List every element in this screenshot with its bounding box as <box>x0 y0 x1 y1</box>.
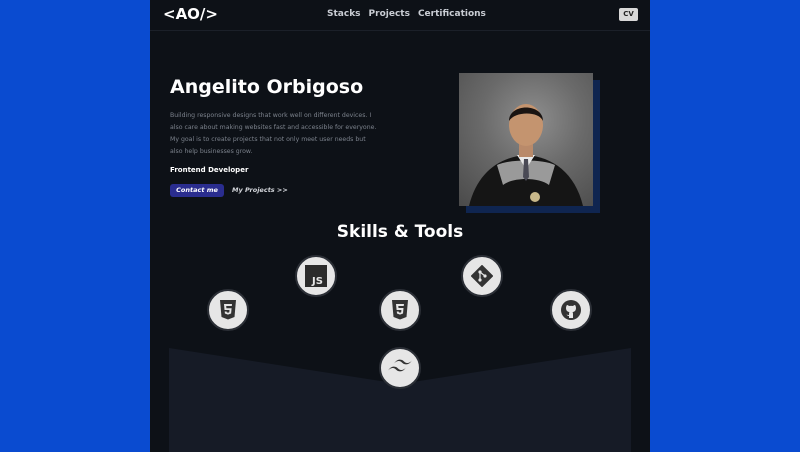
github-icon <box>550 289 592 331</box>
javascript-icon: JS <box>295 255 337 297</box>
nav-link-stacks[interactable]: Stacks <box>327 9 361 19</box>
nav-links: Stacks Projects Certifications <box>327 9 486 19</box>
profile-bio: Building responsive designs that work we… <box>170 112 377 155</box>
profile-photo <box>459 73 593 206</box>
graduate-portrait-icon <box>469 104 583 206</box>
skills-title: Skills & Tools <box>336 222 464 242</box>
my-projects-link[interactable]: My Projects >> <box>232 186 288 194</box>
tailwind-icon <box>379 347 421 389</box>
top-nav: <AO/> Stacks Projects Certifications CV <box>150 0 650 31</box>
nav-link-projects[interactable]: Projects <box>369 9 410 19</box>
css3-icon <box>379 289 421 331</box>
html5-icon <box>207 289 249 331</box>
nav-link-certifications[interactable]: Certifications <box>418 9 486 19</box>
cv-button[interactable]: CV <box>619 8 638 21</box>
contact-button[interactable]: Contact me <box>170 184 224 197</box>
site-logo[interactable]: <AO/> <box>163 5 218 23</box>
svg-text:JS: JS <box>311 276 323 287</box>
profile-role: Frontend Developer <box>170 166 249 174</box>
profile-name: Angelito Orbigoso <box>170 76 364 98</box>
git-icon <box>461 255 503 297</box>
portfolio-page: <AO/> Stacks Projects Certifications CV … <box>150 0 650 452</box>
